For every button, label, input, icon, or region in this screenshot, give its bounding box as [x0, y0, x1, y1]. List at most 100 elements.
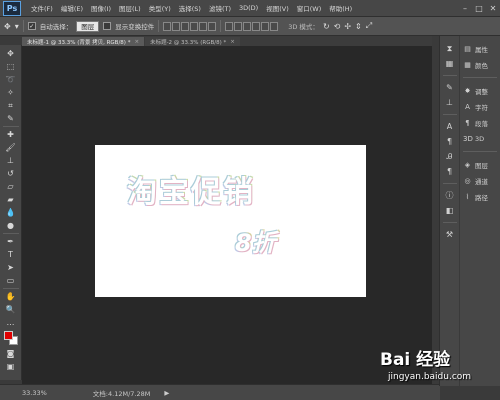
document-canvas[interactable]: 淘宝促销 8折: [95, 145, 366, 297]
character-panel-icon[interactable]: A: [443, 120, 457, 133]
show-transform-checkbox[interactable]: [103, 22, 112, 30]
align-right-button[interactable]: [208, 21, 217, 31]
history-brush-tool-icon[interactable]: ↺: [2, 167, 20, 180]
distribute-left-button[interactable]: [252, 21, 261, 31]
magic-wand-tool-icon[interactable]: ✧: [2, 86, 20, 99]
menu-image[interactable]: 图像(I): [87, 3, 115, 13]
status-menu-arrow-icon[interactable]: ▶: [164, 389, 169, 397]
watermark-url: jingyan.baidu.com: [388, 372, 472, 382]
canvas-discount-text: 8折: [235, 229, 276, 257]
divider: [442, 75, 457, 76]
tab-label: 未标题-2 @ 33.3% (RGB/8) *: [150, 39, 227, 46]
panel-item-layers[interactable]: ◈ 图层: [460, 158, 500, 171]
menu-edit[interactable]: 编辑(E): [57, 3, 87, 13]
tab-document-1[interactable]: 未标题-1 @ 33.3% (背景 拷贝, RGB/8) * ×: [22, 37, 145, 46]
align-buttons: [163, 21, 217, 31]
panel-item-character[interactable]: A 字符: [460, 100, 500, 113]
panel-item-properties[interactable]: ▤ 属性: [460, 42, 500, 55]
maximize-button[interactable]: □: [472, 2, 486, 14]
swatches-panel-icon[interactable]: ▦: [443, 57, 457, 70]
chevron-down-icon[interactable]: ▾: [15, 22, 19, 31]
close-icon[interactable]: ×: [230, 39, 235, 45]
divider: [22, 20, 24, 32]
divider: [463, 77, 497, 78]
align-top-button[interactable]: [163, 21, 172, 31]
brush-tool-icon[interactable]: 🖌: [2, 141, 20, 154]
menu-view[interactable]: 视图(V): [262, 3, 293, 13]
watermark-logo-text: Bai 经验: [380, 350, 451, 370]
foreground-color-swatch[interactable]: [3, 331, 13, 340]
history-panel-icon[interactable]: ⧗: [443, 42, 457, 55]
photoshop-logo: Ps: [3, 0, 21, 16]
pen-tool-icon[interactable]: ✒: [2, 235, 20, 248]
panel-label: 通道: [475, 177, 488, 186]
marquee-tool-icon[interactable]: ⬚: [2, 60, 20, 73]
blur-tool-icon[interactable]: 💧: [2, 206, 20, 219]
distribute-right-button[interactable]: [270, 21, 279, 31]
menu-select[interactable]: 选择(S): [175, 3, 205, 13]
move-tool-icon[interactable]: ✥: [4, 22, 11, 31]
brush-panel-icon[interactable]: ✎: [443, 81, 457, 94]
healing-brush-tool-icon[interactable]: ✚: [2, 128, 20, 141]
menu-layer[interactable]: 图层(L): [115, 3, 145, 13]
menu-type[interactable]: 类型(Y): [145, 3, 175, 13]
dodge-tool-icon[interactable]: ●: [2, 219, 20, 232]
character-styles-panel-icon[interactable]: Ꭿ: [443, 150, 457, 163]
distribute-top-button[interactable]: [225, 21, 234, 31]
zoom-tool-icon[interactable]: 🔍: [2, 303, 20, 316]
close-icon[interactable]: ×: [134, 39, 139, 45]
distribute-buttons: [225, 21, 279, 31]
3d-scale-icon[interactable]: ⤢: [366, 21, 372, 31]
minimize-button[interactable]: –: [458, 2, 472, 14]
distribute-vcenter-button[interactable]: [234, 21, 243, 31]
type-tool-icon[interactable]: T: [2, 248, 20, 261]
eraser-tool-icon[interactable]: ▱: [2, 180, 20, 193]
clone-source-panel-icon[interactable]: ⊥: [443, 96, 457, 109]
tab-document-2[interactable]: 未标题-2 @ 33.3% (RGB/8) * ×: [145, 37, 240, 46]
paragraph-panel-icon[interactable]: ¶: [443, 135, 457, 148]
close-button[interactable]: ✕: [486, 2, 500, 14]
distribute-bottom-button[interactable]: [243, 21, 252, 31]
panel-item-paths[interactable]: ⌇ 路径: [460, 190, 500, 203]
navigator-panel-icon[interactable]: ◧: [443, 204, 457, 217]
align-bottom-button[interactable]: [181, 21, 190, 31]
align-vcenter-button[interactable]: [172, 21, 181, 31]
rectangle-tool-icon[interactable]: ▭: [2, 274, 20, 287]
align-hcenter-button[interactable]: [199, 21, 208, 31]
window-controls: – □ ✕: [458, 2, 500, 14]
quick-mask-icon[interactable]: ◙: [2, 347, 20, 360]
panel-item-3d[interactable]: 3D 3D: [460, 132, 500, 145]
menu-help[interactable]: 帮助(H): [325, 3, 356, 13]
eyedropper-tool-icon[interactable]: ✎: [2, 112, 20, 125]
menu-window[interactable]: 窗口(W): [293, 3, 326, 13]
distribute-hcenter-button[interactable]: [261, 21, 270, 31]
move-tool-icon[interactable]: ✥: [2, 47, 20, 60]
path-selection-tool-icon[interactable]: ➤: [2, 261, 20, 274]
align-left-button[interactable]: [190, 21, 199, 31]
crop-tool-icon[interactable]: ⌗: [2, 99, 20, 112]
auto-select-checkbox[interactable]: ✓: [27, 22, 36, 30]
menu-3d[interactable]: 3D(D): [235, 4, 262, 12]
panel-item-adjustments[interactable]: ✸ 调整: [460, 84, 500, 97]
menu-filter[interactable]: 滤镜(T): [205, 3, 235, 13]
document-workspace[interactable]: 淘宝促销 8折: [22, 46, 432, 384]
lasso-tool-icon[interactable]: ➰: [2, 73, 20, 86]
info-panel-icon[interactable]: ⓘ: [443, 189, 457, 202]
panel-item-color[interactable]: ▦ 颜色: [460, 58, 500, 71]
3d-slide-icon[interactable]: ⇕: [355, 22, 362, 31]
3d-pan-icon[interactable]: ✢: [344, 22, 351, 31]
menu-file[interactable]: 文件(F): [27, 3, 57, 13]
panel-item-channels[interactable]: ◎ 通道: [460, 174, 500, 187]
paragraph-styles-panel-icon[interactable]: ¶: [443, 165, 457, 178]
gradient-tool-icon[interactable]: ▰: [2, 193, 20, 206]
3d-roll-icon[interactable]: ⟲: [334, 22, 341, 31]
hand-tool-icon[interactable]: ✋: [2, 290, 20, 303]
screen-mode-icon[interactable]: ▣: [2, 360, 20, 373]
tool-presets-panel-icon[interactable]: ⚒: [443, 228, 457, 241]
zoom-level[interactable]: 33.33%: [22, 389, 47, 397]
panel-item-paragraph[interactable]: ¶ 段落: [460, 116, 500, 129]
3d-rotate-icon[interactable]: ↻: [323, 22, 330, 31]
more-tools-icon[interactable]: …: [2, 316, 20, 329]
auto-select-dropdown[interactable]: 图层: [76, 20, 100, 32]
clone-stamp-tool-icon[interactable]: ⊥: [2, 154, 20, 167]
